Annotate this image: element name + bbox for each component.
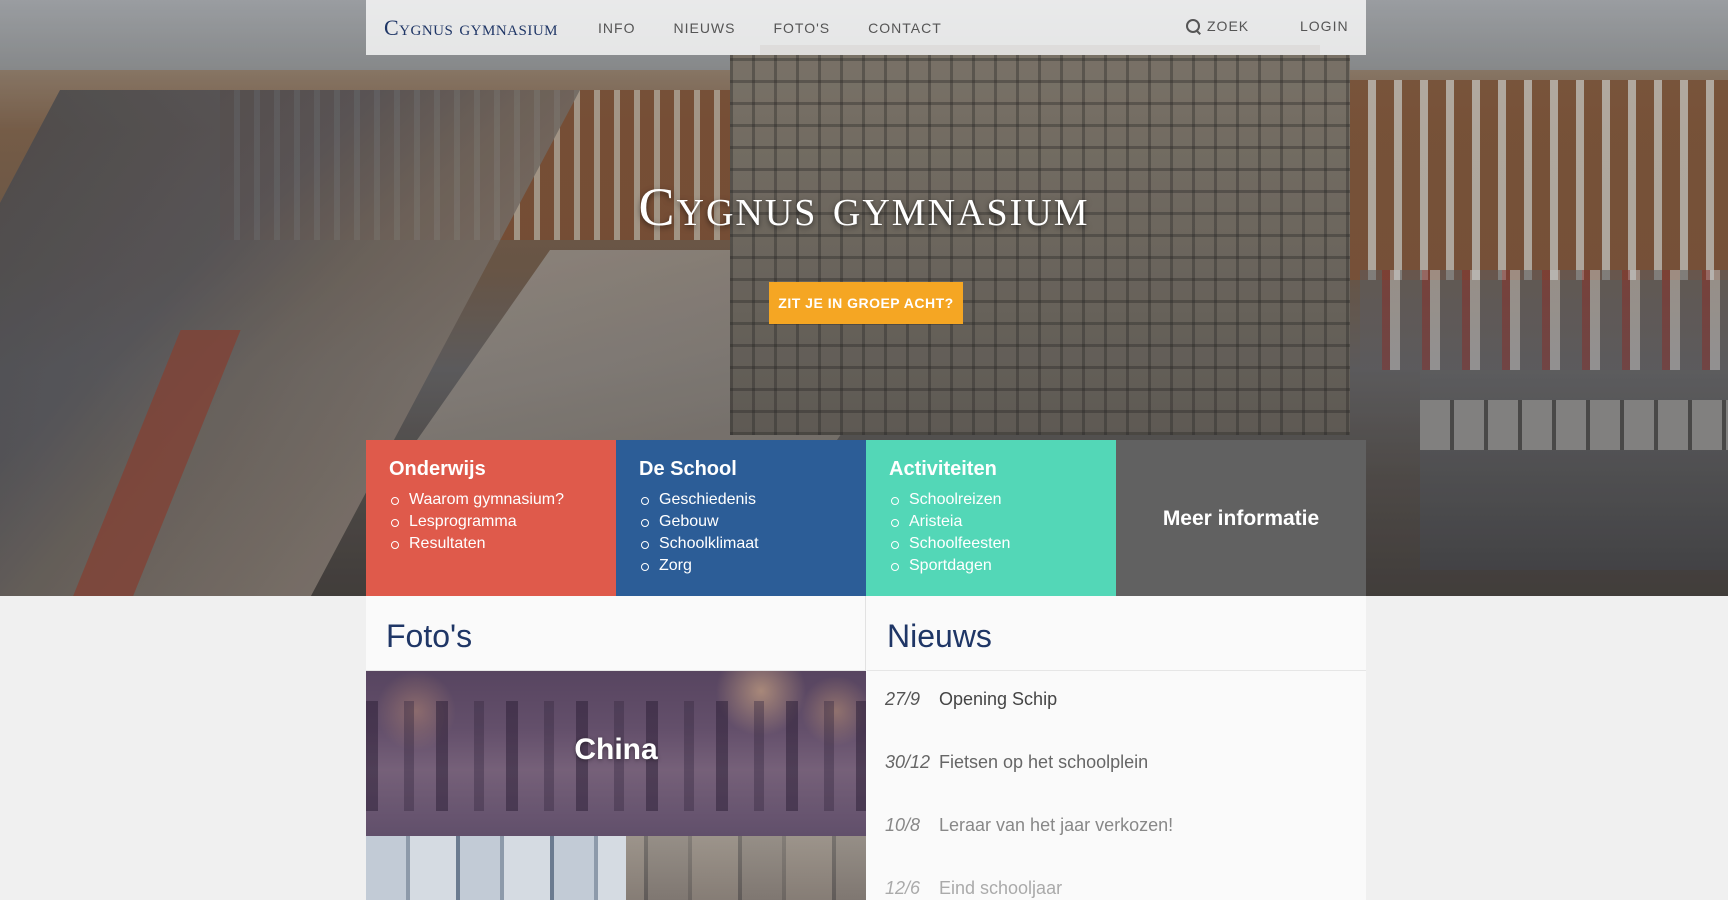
- news-list: 27/9 Opening Schip 30/12 Fietsen op het …: [867, 671, 1366, 900]
- news-date: 10/8: [885, 815, 921, 835]
- news-date: 30/12: [885, 752, 931, 772]
- news-title: Nieuws: [867, 596, 1366, 671]
- login-link[interactable]: LOGIN: [1300, 18, 1349, 34]
- news-headline: Eind schooljaar: [939, 878, 1063, 898]
- card-link[interactable]: Schoolfeesten: [889, 533, 1093, 555]
- news-item[interactable]: 30/12 Fietsen op het schoolplein: [867, 734, 1366, 797]
- news-item[interactable]: 10/8 Leraar van het jaar verkozen!: [867, 797, 1366, 860]
- card-meer-informatie[interactable]: Meer informatie: [1116, 440, 1366, 596]
- search-button[interactable]: ZOEK: [1186, 18, 1249, 34]
- card-title[interactable]: Activiteiten: [889, 458, 1093, 481]
- card-onderwijs: Onderwijs Waarom gymnasium? Lesprogramma…: [366, 440, 616, 596]
- nav-item-nieuws[interactable]: NIEUWS: [673, 20, 735, 36]
- search-label: ZOEK: [1207, 18, 1250, 34]
- news-date: 27/9: [885, 689, 921, 709]
- card-link[interactable]: Schoolklimaat: [639, 533, 843, 555]
- news-headline: Fietsen op het schoolplein: [939, 752, 1149, 772]
- news-item[interactable]: 27/9 Opening Schip: [867, 671, 1366, 734]
- photo-album-china[interactable]: China: [366, 671, 866, 836]
- news-headline: Leraar van het jaar verkozen!: [939, 815, 1174, 835]
- news-date: 12/6: [885, 878, 921, 898]
- nav-item-fotos[interactable]: FOTO'S: [773, 20, 830, 36]
- card-link[interactable]: Zorg: [639, 555, 843, 577]
- card-list: Schoolreizen Aristeia Schoolfeesten Spor…: [889, 489, 1093, 577]
- card-link[interactable]: Lesprogramma: [389, 511, 593, 533]
- card-link[interactable]: Gebouw: [639, 511, 843, 533]
- card-link[interactable]: Resultaten: [389, 533, 593, 555]
- photos-title: Foto's: [366, 596, 865, 671]
- main-content: Foto's China Nieuws 27/9 Opening Schip 3…: [366, 596, 1366, 900]
- card-title[interactable]: De School: [639, 458, 843, 481]
- cta-button[interactable]: ZIT JE IN GROEP ACHT?: [769, 282, 963, 324]
- news-section: Nieuws 27/9 Opening Schip 30/12 Fietsen …: [867, 596, 1366, 900]
- card-list: Geschiedenis Gebouw Schoolklimaat Zorg: [639, 489, 843, 577]
- nav-item-info[interactable]: INFO: [598, 20, 635, 36]
- card-list: Waarom gymnasium? Lesprogramma Resultate…: [389, 489, 593, 555]
- photo-album-label: China: [574, 733, 658, 766]
- brand-logo[interactable]: Cygnus gymnasium: [384, 15, 558, 41]
- card-link[interactable]: Aristeia: [889, 511, 1093, 533]
- photo-album-thumbnail[interactable]: [366, 836, 866, 900]
- photos-section: Foto's China: [366, 596, 866, 900]
- category-cards: Onderwijs Waarom gymnasium? Lesprogramma…: [366, 440, 1366, 596]
- hero-title: Cygnus gymnasium: [638, 177, 1090, 237]
- nav-item-contact[interactable]: CONTACT: [868, 20, 942, 36]
- news-item[interactable]: 12/6 Eind schooljaar: [867, 860, 1366, 900]
- top-navbar: Cygnus gymnasium INFO NIEUWS FOTO'S CONT…: [366, 0, 1366, 55]
- search-icon: [1186, 19, 1200, 33]
- card-de-school: De School Geschiedenis Gebouw Schoolklim…: [616, 440, 866, 596]
- card-title[interactable]: Onderwijs: [389, 458, 593, 481]
- news-headline: Opening Schip: [939, 689, 1058, 709]
- card-activiteiten: Activiteiten Schoolreizen Aristeia Schoo…: [866, 440, 1116, 596]
- card-link[interactable]: Sportdagen: [889, 555, 1093, 577]
- card-link[interactable]: Schoolreizen: [889, 489, 1093, 511]
- card-link[interactable]: Geschiedenis: [639, 489, 843, 511]
- card-link[interactable]: Waarom gymnasium?: [389, 489, 593, 511]
